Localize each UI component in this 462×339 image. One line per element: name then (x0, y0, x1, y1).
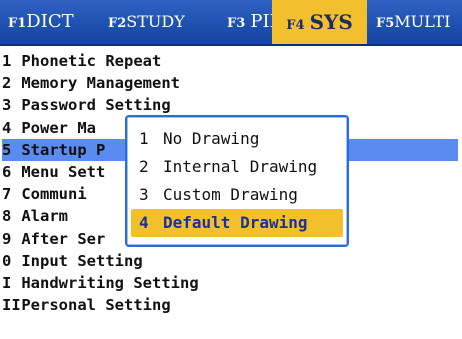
tab-key: F1 (8, 16, 27, 31)
popup-option[interactable]: 3 Custom Drawing (131, 181, 343, 209)
tab-label: MULTI (394, 12, 451, 31)
popup-option-list: 1 No Drawing 2 Internal Drawing 3 Custom Dr… (127, 117, 347, 237)
menu-item-number: 4 (2, 118, 12, 137)
menu-item-label: Startup P (21, 140, 106, 159)
menu-item-number: 1 (2, 52, 12, 70)
popup-option-label: No Drawing (163, 129, 260, 148)
menu-item[interactable]: 2 Memory Management (2, 72, 458, 94)
menu-item-label: Phonetic Repeat (21, 52, 162, 70)
menu-item-number: 6 (2, 162, 12, 181)
tab-sys[interactable]: F4 SYS (272, 0, 367, 44)
function-tab-bar: F1DICT F2STUDY F3 PIM F4 SYS F5MULTI (0, 0, 462, 46)
popup-option-label: Internal Drawing (163, 157, 318, 176)
popup-option[interactable]: 1 No Drawing (131, 125, 343, 153)
menu-item-label: After Ser (21, 229, 106, 248)
tab-label: SYS (309, 10, 353, 34)
popup-option-number: 1 (139, 129, 149, 148)
popup-option-selected[interactable]: 4 Default Drawing (131, 209, 343, 237)
menu-item-label: Menu Sett (21, 162, 106, 181)
popup-option-number: 2 (139, 157, 149, 176)
menu-item-number: 5 (2, 140, 12, 159)
menu-item-number: 0 (2, 251, 12, 270)
tab-key: F3 (227, 16, 246, 31)
menu-item-label: Handwriting Setting (21, 273, 199, 292)
popup-option[interactable]: 2 Internal Drawing (131, 153, 343, 181)
tab-key: F5 (376, 16, 395, 31)
menu-item[interactable]: 3 Password Setting (2, 94, 458, 116)
menu-item-label: Alarm (21, 207, 69, 226)
menu-item[interactable]: II Personal Setting (2, 294, 458, 316)
menu-item-number: 2 (2, 74, 12, 93)
menu-item-number: 3 (2, 96, 12, 115)
tab-label: DICT (26, 11, 74, 32)
menu-item-label: Password Setting (21, 96, 171, 115)
tab-dict[interactable]: F1DICT (8, 0, 74, 44)
menu-item-label: Input Setting (21, 251, 143, 270)
menu-item-label: Personal Setting (21, 296, 171, 315)
menu-item-number: 8 (2, 207, 12, 226)
tab-key: F2 (108, 16, 127, 31)
tab-multi[interactable]: F5MULTI (376, 0, 450, 44)
menu-item[interactable]: I Handwriting Setting (2, 272, 458, 294)
menu-item-number: II (2, 296, 21, 315)
tab-study[interactable]: F2STUDY (108, 0, 185, 44)
menu-item-number: 9 (2, 229, 12, 248)
device-screen: F1DICT F2STUDY F3 PIM F4 SYS F5MULTI 1 P… (0, 0, 462, 339)
menu-item[interactable]: 1 Phonetic Repeat (2, 50, 458, 72)
menu-item-label: Memory Management (21, 74, 180, 93)
menu-item-label: Power Ma (21, 118, 96, 137)
popup-option-label: Default Drawing (163, 213, 308, 232)
menu-item[interactable]: 0 Input Setting (2, 250, 458, 272)
popup-option-label: Custom Drawing (163, 185, 298, 204)
tab-label: STUDY (126, 12, 185, 31)
menu-item-number: I (2, 273, 12, 292)
tab-key: F4 (286, 18, 305, 33)
menu-item-label: Communi (21, 185, 87, 204)
popup-option-number: 3 (139, 185, 149, 204)
menu-item-number: 7 (2, 185, 12, 204)
startup-drawing-popup: 1 No Drawing 2 Internal Drawing 3 Custom Dr… (125, 115, 349, 247)
popup-option-number: 4 (139, 213, 149, 232)
